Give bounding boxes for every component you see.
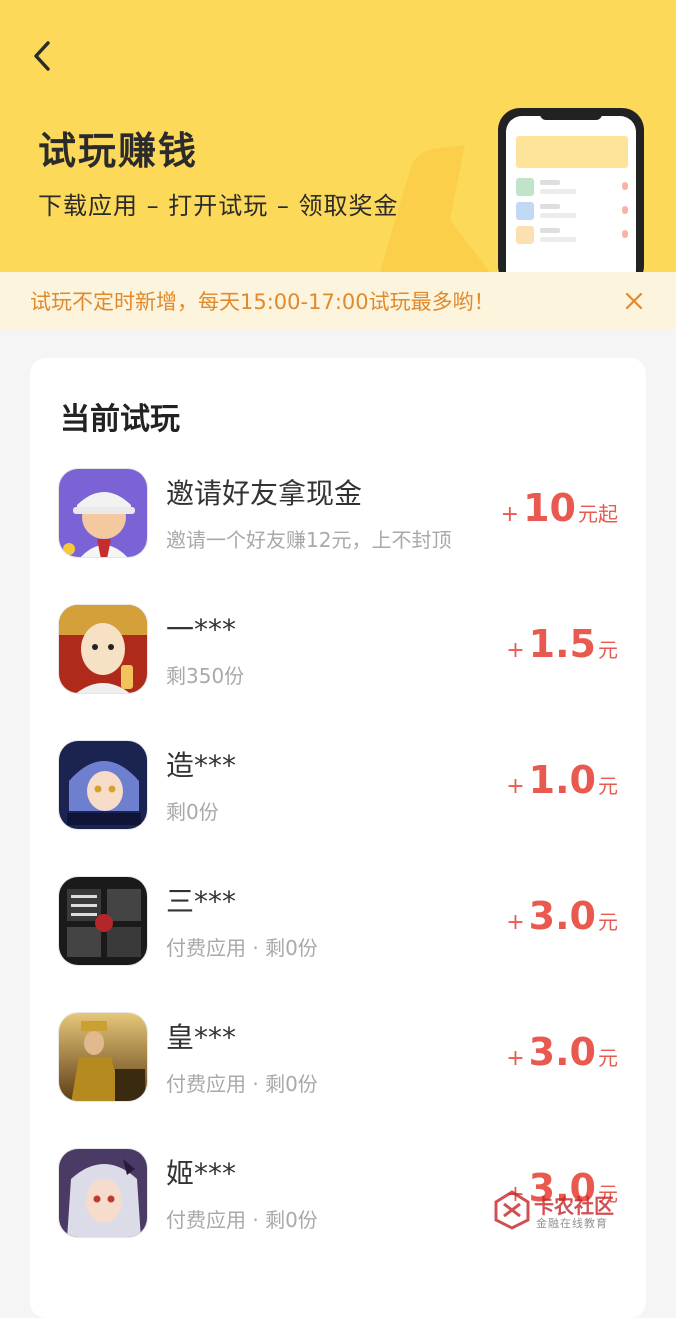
item-desc: 付费应用 · 剩0份 bbox=[166, 1072, 318, 1096]
item-desc: 付费应用 · 剩0份 bbox=[166, 936, 318, 960]
reward: + 1.5 元 bbox=[506, 622, 618, 666]
list-item[interactable]: 皇*** 付费应用 · 剩0份 + 3.0 元 bbox=[58, 1012, 618, 1108]
item-name: 姬*** bbox=[166, 1157, 237, 1190]
item-desc: 剩350份 bbox=[166, 664, 245, 688]
reward-plus: + bbox=[506, 1046, 525, 1071]
notice-close-button[interactable] bbox=[620, 287, 648, 315]
bald-hero-game-icon bbox=[58, 604, 148, 694]
section-title: 当前试玩 bbox=[60, 402, 180, 437]
reward-unit: 元 bbox=[598, 910, 618, 934]
three-kingdoms-game-icon bbox=[58, 876, 148, 966]
emperor-game-icon bbox=[58, 1012, 148, 1102]
item-name: 邀请好友拿现金 bbox=[166, 477, 363, 510]
watermark-logo-icon bbox=[494, 1190, 530, 1230]
silver-hair-girl-game-icon bbox=[58, 1148, 148, 1238]
item-name: 三*** bbox=[166, 885, 237, 918]
trial-list-card: 当前试玩 邀请好友拿现金 邀请一个好友赚12元，上不封顶 + 10 元起 一**… bbox=[30, 358, 646, 1318]
reward-unit: 元 bbox=[598, 1046, 618, 1070]
reward-amount: 1.0 bbox=[528, 758, 596, 802]
item-desc: 付费应用 · 剩0份 bbox=[166, 1208, 318, 1232]
reward-amount: 1.5 bbox=[528, 622, 596, 666]
reward-amount: 3.0 bbox=[528, 894, 596, 938]
page-subtitle: 下载应用 – 打开试玩 – 领取奖金 bbox=[38, 192, 399, 220]
list-item[interactable]: 邀请好友拿现金 邀请一个好友赚12元，上不封顶 + 10 元起 bbox=[58, 468, 618, 564]
back-button[interactable] bbox=[22, 36, 62, 76]
list-item[interactable]: 造*** 剩0份 + 1.0 元 bbox=[58, 740, 618, 836]
page-title: 试玩赚钱 bbox=[38, 129, 199, 173]
phone-illustration-icon bbox=[380, 108, 644, 272]
watermark-subtitle: 金融在线教育 bbox=[536, 1217, 608, 1230]
list-item[interactable]: 一*** 剩350份 + 1.5 元 bbox=[58, 604, 618, 700]
item-desc: 剩0份 bbox=[166, 800, 219, 824]
notice-bar: 试玩不定时新增，每天15:00-17:00试玩最多哟！ bbox=[0, 272, 676, 330]
reward-plus: + bbox=[506, 774, 525, 799]
anime-girl-game-icon bbox=[58, 740, 148, 830]
reward-plus: + bbox=[506, 638, 525, 663]
watermark: 卡农社区 金融在线教育 bbox=[494, 1188, 624, 1232]
item-desc: 邀请一个好友赚12元，上不封顶 bbox=[166, 528, 452, 552]
item-name: 造*** bbox=[166, 749, 237, 782]
reward: + 1.0 元 bbox=[506, 758, 618, 802]
notice-text: 试玩不定时新增，每天15:00-17:00试玩最多哟！ bbox=[30, 290, 495, 314]
close-icon[interactable] bbox=[625, 292, 643, 310]
reward: + 10 元起 bbox=[501, 486, 618, 530]
invite-character-icon bbox=[58, 468, 148, 558]
reward: + 3.0 元 bbox=[506, 1030, 618, 1074]
item-name: 一*** bbox=[166, 613, 237, 646]
reward-amount: 10 bbox=[523, 486, 576, 530]
reward-unit: 元起 bbox=[578, 502, 618, 526]
reward-amount: 3.0 bbox=[528, 1030, 596, 1074]
reward-plus: + bbox=[500, 502, 520, 527]
reward-unit: 元 bbox=[598, 774, 618, 798]
reward: + 3.0 元 bbox=[506, 894, 618, 938]
chevron-left-icon[interactable] bbox=[31, 39, 53, 73]
reward-plus: + bbox=[506, 910, 525, 935]
header-banner: 试玩赚钱 下载应用 – 打开试玩 – 领取奖金 bbox=[0, 0, 676, 272]
reward-unit: 元 bbox=[598, 638, 618, 662]
item-name: 皇*** bbox=[166, 1021, 237, 1054]
list-item[interactable]: 三*** 付费应用 · 剩0份 + 3.0 元 bbox=[58, 876, 618, 972]
